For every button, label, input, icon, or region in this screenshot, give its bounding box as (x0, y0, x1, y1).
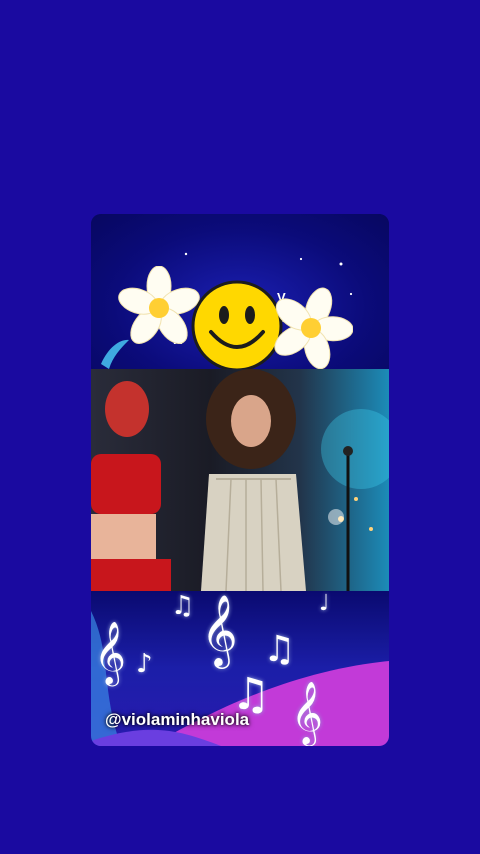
music-decoration: 𝄞 𝄞 𝄞 ♫ ♫ ♪ ♫ ♩ @violaminhaviola (91, 591, 389, 746)
top-decoration: V A R (91, 214, 389, 372)
plumeria-flower-icon (274, 287, 353, 370)
video-scene (91, 369, 389, 591)
video-frame[interactable] (91, 369, 389, 591)
story-username[interactable]: @violaminhaviola (105, 710, 249, 730)
plumeria-flower-icon (118, 266, 200, 344)
treble-clef-icon: 𝄞 (94, 621, 126, 684)
story-card[interactable]: V A R (91, 214, 389, 746)
music-note-icon: ♫ (171, 591, 195, 621)
treble-clef-icon: 𝄞 (291, 681, 323, 744)
music-note-icon: ♪ (136, 649, 153, 679)
music-note-icon: ♩ (319, 591, 330, 616)
treble-clef-icon: 𝄞 (201, 593, 238, 666)
music-note-icon: ♫ (263, 629, 296, 670)
